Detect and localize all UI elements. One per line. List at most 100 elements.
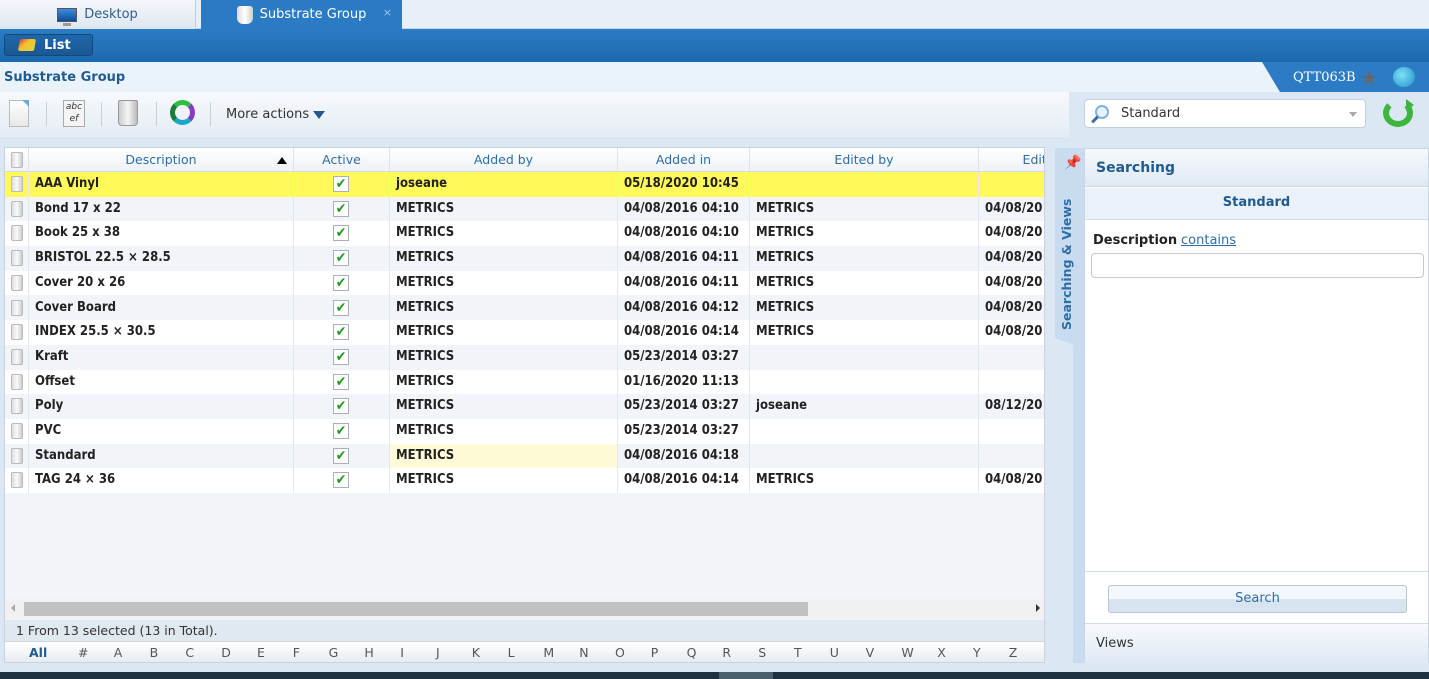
alphabet-letter[interactable]: M <box>543 645 554 660</box>
row-select-cell[interactable] <box>5 369 29 395</box>
description-input[interactable] <box>1091 253 1424 278</box>
tab-substrate-group[interactable]: Substrate Group × <box>201 0 402 29</box>
alphabet-letter[interactable]: H <box>364 645 373 660</box>
row-select-cell[interactable] <box>5 419 29 444</box>
edit-icon[interactable]: abc ef <box>63 100 85 127</box>
active-checkbox[interactable]: ✔ <box>333 200 349 217</box>
views-section[interactable]: Views <box>1085 623 1428 663</box>
alphabet-letter[interactable]: P <box>651 645 659 660</box>
alphabet-letter[interactable]: L <box>508 645 515 660</box>
alphabet-letter[interactable]: Q <box>687 645 697 660</box>
table-row[interactable]: ✔ Standard METRICS 04/08/2016 04:18 <box>5 443 1044 469</box>
alphabet-letter[interactable]: E <box>257 645 265 660</box>
refresh-ring-icon[interactable] <box>170 100 195 125</box>
refresh-icon[interactable] <box>1383 99 1414 127</box>
table-row[interactable]: ✔ PVC METRICS 05/23/2014 03:27 <box>5 419 1044 444</box>
header-description[interactable]: Description <box>29 148 294 172</box>
table-row[interactable]: ✔ Cover 20 x 26 METRICS 04/08/2016 04:11 MET… <box>5 270 1044 296</box>
active-checkbox[interactable]: ✔ <box>333 423 349 439</box>
alphabet-letter[interactable]: K <box>472 645 480 660</box>
close-tab-icon[interactable]: × <box>383 6 392 19</box>
taskbar-item[interactable] <box>719 672 773 679</box>
row-select-cell[interactable] <box>5 221 29 247</box>
alphabet-letter[interactable]: N <box>579 645 588 660</box>
alphabet-letter[interactable]: I <box>400 645 404 660</box>
table-row[interactable]: ✔ Book 25 x 38 METRICS 04/08/2016 04:10 METR… <box>5 221 1044 247</box>
added-by-cell: joseane <box>390 172 618 197</box>
table-row[interactable]: ✔ Bond 17 x 22 METRICS 04/08/2016 04:10 METR… <box>5 196 1044 222</box>
scroll-right-icon[interactable] <box>1036 604 1040 612</box>
alphabet-letter[interactable]: Z <box>1009 645 1018 660</box>
table-row[interactable]: ✔ TAG 24 × 36 METRICS 04/08/2016 04:14 METRI… <box>5 468 1044 494</box>
alphabet-letter[interactable]: G <box>329 645 339 660</box>
row-select-cell[interactable] <box>5 295 29 321</box>
alphabet-letter[interactable]: # <box>78 645 88 660</box>
active-checkbox[interactable]: ✔ <box>333 225 349 242</box>
row-select-cell[interactable] <box>5 270 29 296</box>
alphabet-letter[interactable]: J <box>436 645 440 660</box>
header-active[interactable]: Active <box>294 148 390 172</box>
active-checkbox[interactable]: ✔ <box>333 299 349 316</box>
row-select-cell[interactable] <box>5 344 29 370</box>
header-added-by[interactable]: Added by <box>390 148 618 172</box>
row-select-cell[interactable] <box>5 394 29 419</box>
table-row[interactable]: ✔ INDEX 25.5 × 30.5 METRICS 04/08/2016 04:1… <box>5 320 1044 345</box>
table-row[interactable]: ✔ Offset METRICS 01/16/2020 11:13 <box>5 369 1044 395</box>
active-checkbox[interactable]: ✔ <box>333 398 349 415</box>
active-checkbox[interactable]: ✔ <box>333 447 349 464</box>
alphabet-letter[interactable]: R <box>722 645 731 660</box>
active-checkbox[interactable]: ✔ <box>333 274 349 291</box>
scroll-left-icon[interactable] <box>11 604 15 612</box>
row-select-cell[interactable] <box>5 172 29 197</box>
alphabet-letter[interactable]: C <box>185 645 194 660</box>
horizontal-scrollbar[interactable] <box>5 599 1044 619</box>
globe-icon[interactable] <box>1393 67 1415 87</box>
table-row[interactable]: ✔ BRISTOL 22.5 × 28.5 METRICS 04/08/2016 04… <box>5 246 1044 271</box>
active-checkbox[interactable]: ✔ <box>333 348 349 365</box>
active-checkbox[interactable]: ✔ <box>333 250 349 267</box>
header-select-all[interactable] <box>5 148 29 172</box>
header-added-in[interactable]: Added in <box>618 148 750 172</box>
alphabet-letter[interactable]: S <box>758 645 766 660</box>
alphabet-letter[interactable]: A <box>114 645 123 660</box>
more-actions-button[interactable]: More actions <box>226 107 326 122</box>
active-checkbox[interactable]: ✔ <box>333 373 349 390</box>
view-select-dropdown[interactable]: Standard <box>1084 99 1366 128</box>
search-button[interactable]: Search <box>1108 585 1407 613</box>
alphabet-letter[interactable]: All <box>29 645 47 660</box>
row-select-cell[interactable] <box>5 196 29 222</box>
header-edited-by[interactable]: Edited by <box>750 148 979 172</box>
list-button[interactable]: List <box>4 34 93 56</box>
alphabet-letter[interactable]: O <box>615 645 625 660</box>
pin-icon[interactable]: 📌 <box>1064 155 1081 173</box>
row-select-cell[interactable] <box>5 246 29 271</box>
favorite-star-icon[interactable]: ★ <box>1360 66 1378 90</box>
alphabet-letter[interactable]: V <box>866 645 875 660</box>
alphabet-letter[interactable]: B <box>150 645 159 660</box>
tab-desktop[interactable]: Desktop <box>0 0 196 29</box>
alphabet-letter[interactable]: X <box>937 645 946 660</box>
header-edited-in[interactable]: Edite <box>979 148 1044 172</box>
row-select-cell[interactable] <box>5 468 29 494</box>
table-row[interactable]: ✔ Cover Board METRICS 04/08/2016 04:12 METRI… <box>5 295 1044 321</box>
recycle-bin-icon[interactable] <box>118 100 138 126</box>
added-in-cell: 01/16/2020 11:13 <box>618 369 750 395</box>
row-select-cell[interactable] <box>5 443 29 469</box>
new-document-icon[interactable] <box>9 100 29 127</box>
alphabet-letter[interactable]: F <box>293 645 300 660</box>
active-checkbox[interactable]: ✔ <box>333 472 349 489</box>
alphabet-letter[interactable]: D <box>221 645 231 660</box>
table-row[interactable]: ✔ Kraft METRICS 05/23/2014 03:27 <box>5 344 1044 370</box>
row-select-cell[interactable] <box>5 320 29 345</box>
active-checkbox[interactable]: ✔ <box>333 324 349 341</box>
table-row[interactable]: ✔ AAA Vinyl joseane 05/18/2020 10:45 <box>5 172 1044 197</box>
alphabet-letter[interactable]: W <box>901 645 913 660</box>
active-checkbox[interactable]: ✔ <box>333 176 349 192</box>
table-row[interactable]: ✔ Poly METRICS 05/23/2014 03:27 joseane 08/12… <box>5 394 1044 419</box>
description-operator-link[interactable]: contains <box>1181 233 1236 248</box>
searching-views-tab-label[interactable]: Searching & Views <box>1059 180 1074 330</box>
alphabet-letter[interactable]: Y <box>973 645 981 660</box>
alphabet-letter[interactable]: T <box>794 645 802 660</box>
alphabet-letter[interactable]: U <box>830 645 839 660</box>
scrollbar-thumb[interactable] <box>24 602 808 616</box>
